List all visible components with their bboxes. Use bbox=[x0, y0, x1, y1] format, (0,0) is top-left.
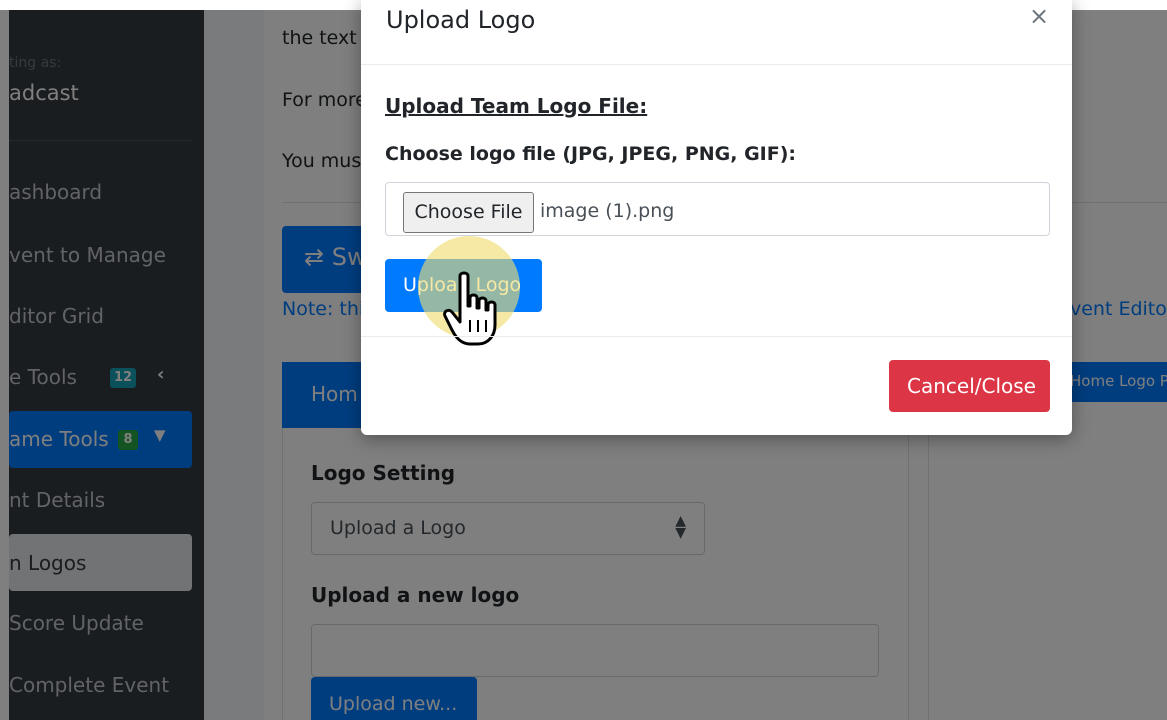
modal-footer-divider bbox=[361, 336, 1072, 337]
modal-title: Upload Logo bbox=[386, 6, 536, 34]
cancel-close-button[interactable]: Cancel/Close bbox=[889, 360, 1050, 412]
choose-file-button[interactable]: Choose File bbox=[403, 192, 534, 233]
modal-header-divider bbox=[361, 64, 1072, 65]
modal-heading: Upload Team Logo File: bbox=[385, 94, 648, 118]
selected-file-name: image (1).png bbox=[540, 200, 675, 222]
hand-pointer-icon bbox=[443, 271, 497, 346]
file-label: Choose logo file (JPG, JPEG, PNG, GIF): bbox=[385, 143, 797, 165]
close-icon[interactable]: × bbox=[1029, 2, 1049, 30]
